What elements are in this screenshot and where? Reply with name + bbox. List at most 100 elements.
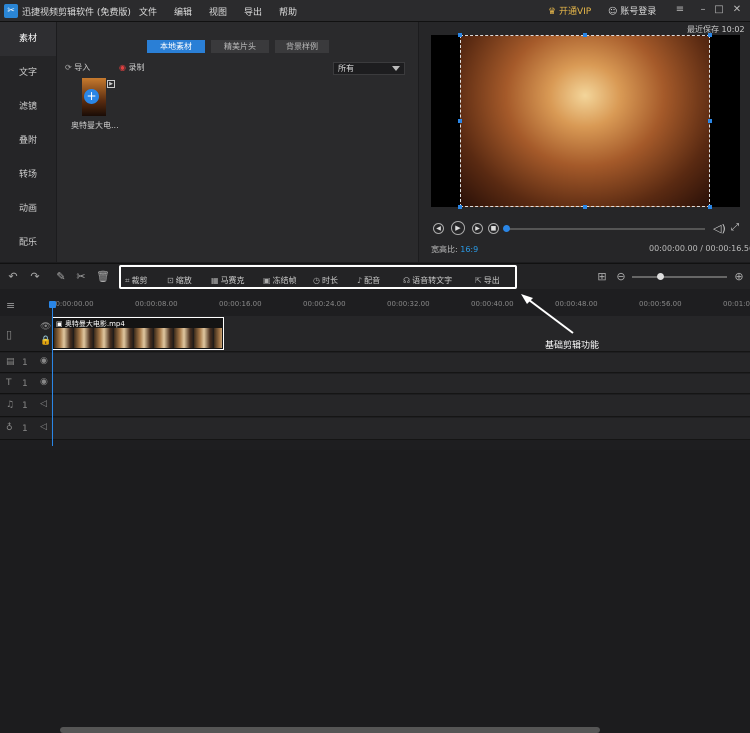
crop-label: 裁剪 [131,276,148,285]
visibility-icon[interactable]: ◉ [40,356,48,366]
previous-frame-icon[interactable]: ◀ [433,223,444,234]
add-icon[interactable]: + [84,89,99,104]
resize-handle[interactable] [708,119,712,123]
split-icon[interactable]: ✂ [74,270,88,284]
sidebar-item-overlay[interactable]: 叠附 [0,124,56,158]
video-canvas[interactable] [431,33,740,209]
login-button[interactable]: ☺ 账号登录 [608,4,656,17]
redo-icon[interactable]: ↷ [28,270,42,284]
minimize-icon[interactable]: – [697,4,709,16]
menu-export[interactable]: 导出 [244,5,262,18]
sidebar-item-filters[interactable]: 滤镜 [0,90,56,124]
fullscreen-icon[interactable]: ⤢ [731,222,739,233]
voice-track-header: ♁ 1 ◁ [0,418,51,440]
sidebar-item-transitions[interactable]: 转场 [0,158,56,192]
aspect-ratio[interactable]: 宽高比: 16:9 [431,244,478,255]
resize-handle[interactable] [458,33,462,37]
seek-bar[interactable] [505,228,705,230]
ruler-tick: 00:01:04 [723,300,750,308]
film-icon: ▤ [6,357,15,367]
track-number: 1 [22,358,28,368]
seek-handle[interactable] [503,225,510,232]
speech-to-text-label: 语音转文字 [412,276,453,285]
media-filter-select[interactable]: 所有 [333,62,405,75]
sidebar-item-animation[interactable]: 动画 [0,192,56,226]
sidebar-item-music[interactable]: 配乐 [0,226,56,260]
record-button[interactable]: ◉ 录制 [119,62,145,73]
playhead[interactable] [49,301,56,446]
horizontal-scrollbar[interactable] [60,727,600,733]
sidebar-item-media[interactable]: 素材 [0,22,56,56]
text-icon: T [6,378,12,388]
tab-local-media[interactable]: 本地素材 [147,40,205,53]
track-number: 1 [22,424,28,434]
undo-icon[interactable]: ↶ [6,270,20,284]
menu-edit[interactable]: 编辑 [174,5,192,18]
menu-help[interactable]: 帮助 [279,5,297,18]
zoom-out-icon[interactable]: ⊖ [614,270,628,284]
speech-to-text-icon: ☊ [403,276,411,285]
duration-button[interactable]: ◷ 时长 [313,275,338,286]
speech-to-text-button[interactable]: ☊ 语音转文字 [403,275,452,286]
stop-icon[interactable]: ■ [488,223,499,234]
timeline-zoom-slider[interactable] [632,276,727,278]
track-number: 1 [22,379,28,389]
video-frame[interactable] [460,35,710,207]
microphone-icon: ♪ [357,276,363,285]
resize-handle[interactable] [458,205,462,209]
annotation-label: 基础剪辑功能 [545,341,600,351]
voice-track[interactable] [51,418,750,440]
resize-handle[interactable] [708,205,712,209]
voiceover-button[interactable]: ♪ 配音 [357,275,380,286]
vip-button[interactable]: ♛ 开通VIP [548,4,591,17]
menu-file[interactable]: 文件 [139,5,157,18]
time-ruler[interactable]: 00:00:00.00 00:00:08.00 00:00:16.00 00:0… [51,297,750,315]
menu-icon[interactable]: ≡ [674,4,686,16]
text-track[interactable] [51,374,750,394]
annotation-arrow [521,294,574,334]
record-icon: ◉ [119,63,129,72]
clock-icon: ◷ [313,276,320,285]
export-button[interactable]: ⇱ 导出 [475,275,500,286]
freeze-frame-button[interactable]: ▣ 冻结帧 [263,275,297,286]
video-clip[interactable]: ▣ 奥特曼大电影.mp4 [52,317,224,350]
visibility-icon[interactable]: ◉ [40,377,48,387]
resize-handle[interactable] [458,119,462,123]
zoom-in-icon[interactable]: ⊕ [732,270,746,284]
mute-icon[interactable]: ◁ [40,399,47,409]
timeline: ≡ 00:00:00.00 00:00:08.00 00:00:16.00 00… [0,289,750,733]
media-library: 本地素材 精美片头 背景样例 ⟳ 导入 ◉ 录制 所有 + ▶ 奥特曼大电... [57,22,418,262]
zoom-label: 缩放 [175,276,192,285]
timeline-zoom-handle[interactable] [657,273,664,280]
close-icon[interactable]: ✕ [731,4,743,16]
fit-timeline-icon[interactable]: ⊞ [595,270,609,284]
maximize-icon[interactable]: □ [713,4,725,16]
music-track[interactable] [51,395,750,417]
zoom-button[interactable]: ⊡ 缩放 [167,275,192,286]
mosaic-button[interactable]: ▦ 马赛克 [211,275,245,286]
import-button[interactable]: ⟳ 导入 [65,62,90,73]
next-frame-icon[interactable]: ▶ [472,223,483,234]
crop-button[interactable]: ⌗ 裁剪 [125,275,148,286]
resize-handle[interactable] [708,33,712,37]
sidebar-item-text[interactable]: 文字 [0,56,56,90]
visibility-icon[interactable]: 👁 [40,322,51,332]
tab-backgrounds[interactable]: 背景样例 [275,40,329,53]
video-track-icon: ▯ [6,328,13,341]
resize-handle[interactable] [583,205,587,209]
lock-icon[interactable]: 🔒 [40,336,51,346]
resize-handle[interactable] [583,33,587,37]
import-icon: ⟳ [65,63,75,72]
aspect-ratio-value: 16:9 [460,245,479,254]
delete-icon[interactable]: 🗑 [96,270,110,284]
edit-icon[interactable]: ✎ [54,270,68,284]
ruler-tick: 00:00:00.00 [51,300,94,308]
mute-icon[interactable]: ◁ [40,422,47,432]
tab-intros[interactable]: 精美片头 [211,40,269,53]
volume-icon[interactable]: ◁) [713,222,726,235]
overlay-track[interactable] [51,353,750,373]
add-track-icon[interactable]: ≡ [6,299,15,312]
play-icon[interactable]: ▶ [451,221,465,235]
media-thumbnail[interactable]: + [82,78,106,116]
menu-view[interactable]: 视图 [209,5,227,18]
